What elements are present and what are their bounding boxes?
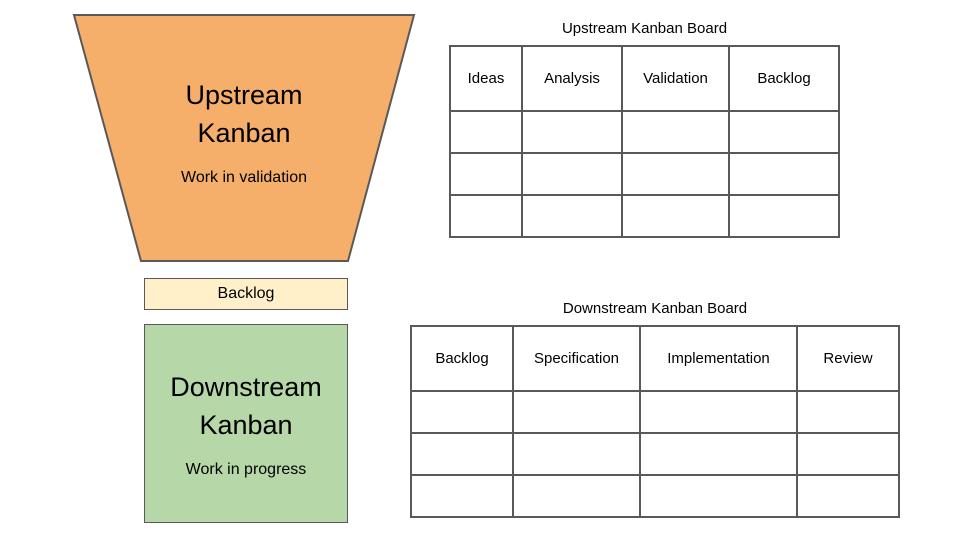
card-slot-cell[interactable] [728, 152, 840, 196]
upstream-kanban-shape[interactable]: Upstream Kanban Work in validation [72, 14, 416, 262]
column-header-cell[interactable]: Specification [512, 325, 641, 392]
table-row [410, 474, 900, 518]
column-header-cell[interactable]: Backlog [728, 45, 840, 112]
column-header-cell[interactable]: Review [796, 325, 900, 392]
backlog-connector-label: Backlog [217, 285, 275, 302]
column-header-cell[interactable]: Backlog [410, 325, 514, 392]
downstream-board-table: Backlog Specification Implementation Rev… [410, 325, 900, 518]
card-slot-cell[interactable] [639, 432, 798, 476]
card-slot-cell[interactable] [449, 152, 523, 196]
card-slot-cell[interactable] [639, 390, 798, 434]
card-slot-cell[interactable] [521, 194, 623, 238]
card-slot-cell[interactable] [410, 474, 514, 518]
card-slot-cell[interactable] [621, 110, 730, 154]
table-header-row: Ideas Analysis Validation Backlog [449, 45, 840, 112]
card-slot-cell[interactable] [728, 110, 840, 154]
card-slot-cell[interactable] [410, 390, 514, 434]
card-slot-cell[interactable] [796, 432, 900, 476]
upstream-board-table: Ideas Analysis Validation Backlog [449, 45, 840, 238]
trapezoid-polygon [72, 14, 416, 262]
card-slot-cell[interactable] [621, 152, 730, 196]
downstream-kanban-shape[interactable]: Downstream Kanban Work in progress [144, 324, 348, 523]
column-header-cell[interactable]: Analysis [521, 45, 623, 112]
card-slot-cell[interactable] [639, 474, 798, 518]
card-slot-cell[interactable] [521, 152, 623, 196]
upstream-kanban-board: Upstream Kanban Board Ideas Analysis Val… [449, 20, 840, 238]
card-slot-cell[interactable] [728, 194, 840, 238]
card-slot-cell[interactable] [449, 194, 523, 238]
downstream-shape-subtitle: Work in progress [185, 460, 307, 478]
trapezoid-outline [72, 14, 416, 262]
card-slot-cell[interactable] [512, 390, 641, 434]
downstream-kanban-board: Downstream Kanban Board Backlog Specific… [410, 300, 900, 518]
card-slot-cell[interactable] [796, 474, 900, 518]
downstream-board-title: Downstream Kanban Board [562, 300, 748, 317]
table-row [410, 390, 900, 434]
card-slot-cell[interactable] [621, 194, 730, 238]
upstream-board-title: Upstream Kanban Board [561, 20, 728, 37]
table-row [449, 110, 840, 154]
card-slot-cell[interactable] [512, 474, 641, 518]
card-slot-cell[interactable] [512, 432, 641, 476]
table-row [449, 194, 840, 238]
table-row [410, 432, 900, 476]
card-slot-cell[interactable] [410, 432, 514, 476]
column-header-cell[interactable]: Validation [621, 45, 730, 112]
table-row [449, 152, 840, 196]
column-header-cell[interactable]: Ideas [449, 45, 523, 112]
card-slot-cell[interactable] [521, 110, 623, 154]
downstream-shape-title: Downstream Kanban [170, 371, 322, 440]
card-slot-cell[interactable] [449, 110, 523, 154]
backlog-connector-box[interactable]: Backlog [144, 278, 348, 310]
card-slot-cell[interactable] [796, 390, 900, 434]
table-header-row: Backlog Specification Implementation Rev… [410, 325, 900, 392]
column-header-cell[interactable]: Implementation [639, 325, 798, 392]
